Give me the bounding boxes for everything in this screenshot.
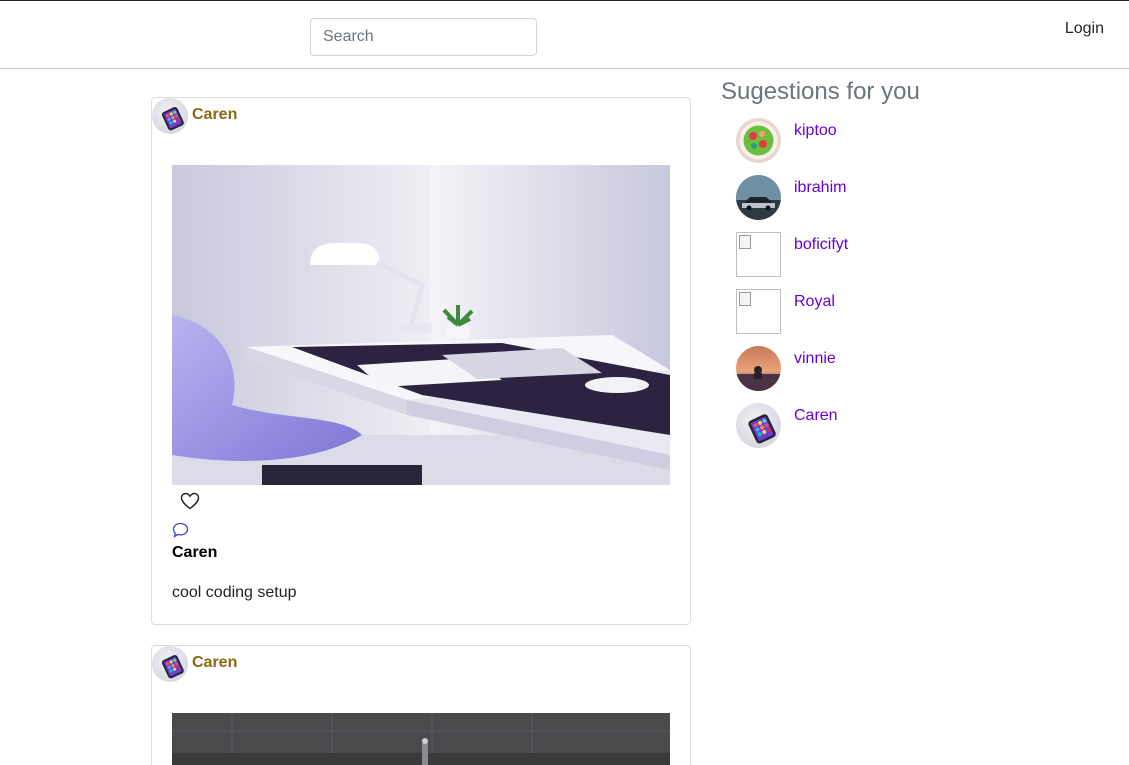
post-caption: cool coding setup: [172, 584, 297, 601]
office-photo: [172, 713, 670, 765]
suggestion-username[interactable]: vinnie: [794, 350, 836, 368]
post-card: Caren: [151, 97, 691, 625]
suggestion-item[interactable]: ibrahim: [736, 175, 1036, 221]
suggestion-item[interactable]: vinnie: [736, 346, 1036, 392]
broken-image-icon: [739, 292, 751, 306]
post-card: Caren: [151, 645, 691, 765]
suggestion-username[interactable]: kiptoo: [794, 122, 837, 140]
sunset-icon: [736, 346, 781, 391]
suggestion-avatar[interactable]: [736, 403, 781, 448]
post-author-link[interactable]: Caren: [192, 654, 237, 672]
heart-icon[interactable]: [180, 492, 200, 510]
desk-setup-photo: [172, 165, 670, 485]
phone-icon: [748, 414, 776, 444]
broken-image-icon: [739, 235, 751, 249]
post-header: Caren: [152, 646, 690, 682]
post-header: Caren: [152, 98, 690, 134]
suggestion-avatar[interactable]: [736, 289, 781, 334]
suggestion-username[interactable]: Royal: [794, 293, 835, 311]
suggestion-item[interactable]: Royal: [736, 289, 1036, 335]
post-image: [172, 165, 670, 485]
phone-icon: [161, 107, 184, 131]
phone-icon: [161, 655, 184, 679]
author-avatar[interactable]: [152, 646, 188, 682]
suggestion-avatar[interactable]: [736, 175, 781, 220]
login-link[interactable]: Login: [1065, 20, 1104, 38]
suggestions-title: Sugestions for you: [721, 78, 920, 105]
search-input[interactable]: [310, 18, 537, 56]
suggestion-username[interactable]: Caren: [794, 407, 838, 425]
salad-icon: [736, 118, 781, 163]
suggestion-item[interactable]: Caren: [736, 403, 1036, 449]
suggestion-avatar[interactable]: [736, 118, 781, 163]
suggestion-avatar[interactable]: [736, 346, 781, 391]
top-navbar: Login: [0, 0, 1129, 69]
caption-username: Caren: [172, 544, 218, 561]
suggestion-username[interactable]: boficifyt: [794, 236, 848, 254]
suggestion-item[interactable]: kiptoo: [736, 118, 1036, 164]
suggestion-avatar[interactable]: [736, 232, 781, 277]
car-icon: [736, 175, 781, 220]
author-avatar[interactable]: [152, 98, 188, 134]
suggestion-item[interactable]: boficifyt: [736, 232, 1036, 278]
post-author-link[interactable]: Caren: [192, 106, 237, 124]
post-image: [172, 713, 670, 765]
suggestion-username[interactable]: ibrahim: [794, 179, 846, 197]
comment-icon[interactable]: [172, 522, 189, 538]
